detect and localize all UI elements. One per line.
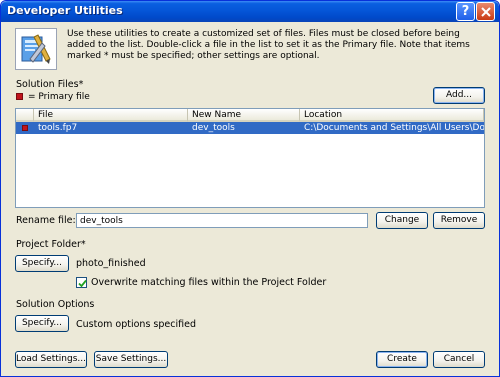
change-button[interactable]: Change	[376, 212, 428, 229]
primary-file-swatch	[16, 93, 23, 100]
add-file-button[interactable]: Add...	[433, 87, 485, 104]
create-button[interactable]: Create	[376, 351, 428, 368]
column-header-file[interactable]: File	[34, 109, 188, 122]
project-folder-label: Project Folder*	[16, 239, 86, 250]
developer-utilities-dialog: Developer Utilities ? Use these utilitie…	[0, 0, 500, 377]
column-header-marker[interactable]	[16, 109, 34, 122]
project-folder-value: photo_finished	[76, 258, 146, 269]
close-icon[interactable]	[476, 2, 495, 21]
load-settings-button[interactable]: Load Settings...	[15, 351, 87, 368]
solution-options-label: Solution Options	[16, 299, 95, 310]
row-file: tools.fp7	[38, 123, 78, 133]
primary-file-legend: = Primary file	[28, 92, 90, 102]
rename-file-input[interactable]	[76, 213, 368, 228]
column-header-new-name[interactable]: New Name	[188, 109, 300, 122]
specify-solution-options-button[interactable]: Specify...	[15, 315, 69, 332]
solution-options-value: Custom options specified	[76, 319, 196, 330]
checkmark-icon	[78, 279, 87, 288]
cancel-button[interactable]: Cancel	[433, 351, 485, 368]
window-title: Developer Utilities	[7, 4, 123, 17]
intro-text: Use these utilities to create a customiz…	[67, 29, 470, 61]
column-header-location[interactable]: Location	[300, 109, 484, 122]
row-new-name: dev_tools	[192, 123, 235, 133]
primary-file-marker	[22, 125, 28, 131]
specify-project-folder-button[interactable]: Specify...	[15, 255, 69, 272]
list-header: File New Name Location	[16, 109, 484, 122]
save-settings-button[interactable]: Save Settings...	[94, 351, 168, 368]
overwrite-checkbox[interactable]	[76, 277, 87, 288]
solution-files-label: Solution Files*	[16, 79, 84, 90]
row-location: C:\Documents and Settings\All Users\Docu…	[304, 123, 484, 133]
help-icon[interactable]: ?	[456, 2, 475, 21]
remove-button[interactable]: Remove	[433, 212, 485, 229]
table-row[interactable]: tools.fp7 dev_tools C:\Documents and Set…	[16, 122, 484, 134]
rename-file-label: Rename file:	[16, 215, 76, 226]
developer-tools-icon	[15, 28, 57, 70]
overwrite-label[interactable]: Overwrite matching files within the Proj…	[91, 277, 326, 288]
title-bar[interactable]: Developer Utilities ?	[1, 1, 499, 22]
solution-files-list[interactable]: File New Name Location tools.fp7 dev_too…	[15, 108, 485, 208]
